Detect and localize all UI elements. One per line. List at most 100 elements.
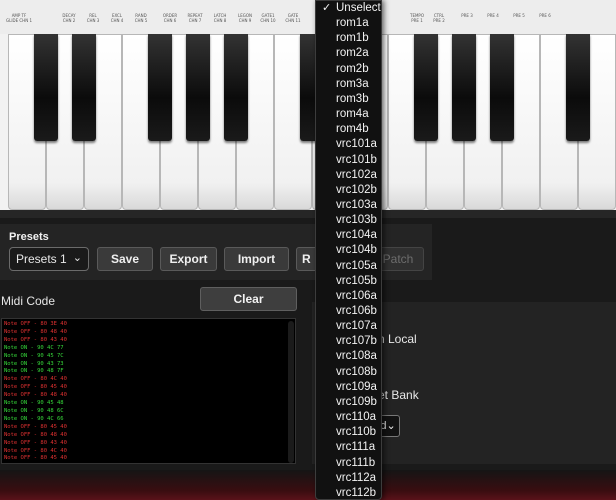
- menu-item[interactable]: rom4a: [316, 107, 383, 122]
- menu-item[interactable]: vrc104a: [316, 228, 383, 243]
- black-key[interactable]: [566, 34, 590, 141]
- menu-item-label: vrc109b: [336, 395, 377, 408]
- control-label[interactable]: RAND CHN 5: [126, 13, 156, 23]
- menu-item-label: vrc106b: [336, 305, 377, 317]
- menu-item[interactable]: rom3a: [316, 77, 383, 92]
- control-label[interactable]: GATE CHN 11: [278, 13, 308, 23]
- black-key[interactable]: [224, 34, 248, 141]
- menu-item[interactable]: vrc111a: [316, 440, 383, 455]
- menu-item[interactable]: vrc108a: [316, 349, 383, 364]
- menu-item[interactable]: vrc103b: [316, 213, 383, 228]
- menu-item[interactable]: vrc108b: [316, 365, 383, 380]
- midi-log-line: Note ON - 90 45 7C: [4, 352, 64, 359]
- black-key[interactable]: [148, 34, 172, 141]
- window-bottom-edge: [0, 470, 616, 500]
- preset-select[interactable]: Presets 1 ⌄: [9, 247, 89, 271]
- control-label-bottom: PRE 2: [433, 18, 445, 23]
- menu-item-label: vrc102a: [336, 168, 377, 181]
- menu-item[interactable]: rom3b: [316, 92, 383, 107]
- menu-item-label: vrc104a: [336, 229, 377, 242]
- chevron-down-icon: ⌄: [386, 420, 396, 432]
- menu-item[interactable]: vrc102b: [316, 183, 383, 198]
- control-label[interactable]: CTRL PRE 2: [424, 13, 454, 23]
- patch-dropdown-menu[interactable]: ✓ Unselect rom1a rom1b rom2a rom2b rom3a rom3b r…: [315, 0, 382, 500]
- menu-item-label: vrc102b: [336, 183, 377, 196]
- menu-item-label: vrc107a: [336, 320, 377, 333]
- menu-item-label: vrc110b: [336, 426, 377, 439]
- menu-item[interactable]: vrc109a: [316, 380, 383, 395]
- control-label-bottom: PRE 6: [539, 13, 551, 18]
- menu-item[interactable]: vrc103a: [316, 198, 383, 213]
- midi-log-line: Note ON - 90 48 6C: [4, 407, 64, 414]
- menu-item-label: vrc105b: [336, 274, 377, 287]
- midi-log-line: Note OFF - 80 48 40: [4, 431, 67, 438]
- midi-log-line: Note OFF - 80 4C 40: [4, 447, 67, 454]
- menu-item-label: rom4b: [336, 123, 369, 136]
- black-key[interactable]: [452, 34, 476, 141]
- chevron-down-icon: ⌄: [72, 252, 82, 264]
- menu-item[interactable]: vrc112b: [316, 486, 383, 500]
- midi-log-line: Note ON - 90 48 7F: [4, 368, 64, 375]
- menu-item[interactable]: vrc101a: [316, 137, 383, 152]
- midi-log-line: Note OFF - 80 45 40: [4, 423, 67, 430]
- midi-log-scrollbar[interactable]: [288, 321, 294, 463]
- menu-item[interactable]: vrc107a: [316, 319, 383, 334]
- menu-item[interactable]: vrc101b: [316, 153, 383, 168]
- menu-item[interactable]: vrc110b: [316, 425, 383, 440]
- midi-log-line: Note OFF - 80 45 40: [4, 384, 67, 391]
- save-button[interactable]: Save: [97, 247, 153, 271]
- menu-item-label: rom1a: [336, 17, 369, 30]
- control-strip: AMP TF GLIDE CHN 1 DECAY CHN 2 REL CHN 3 EXCL C…: [0, 0, 616, 34]
- local-label: n Local: [378, 332, 417, 346]
- menu-item[interactable]: rom2a: [316, 46, 383, 61]
- menu-item[interactable]: vrc105a: [316, 259, 383, 274]
- menu-item-label: vrc112b: [336, 486, 377, 499]
- black-key[interactable]: [490, 34, 514, 141]
- menu-item[interactable]: rom4b: [316, 122, 383, 137]
- midi-log-lines: Note OFF - 80 3E 40 Note OFF - 80 48 40 No…: [4, 321, 67, 463]
- clear-button[interactable]: Clear: [200, 287, 297, 311]
- midi-code-title: Midi Code: [1, 294, 56, 308]
- menu-item[interactable]: vrc105b: [316, 274, 383, 289]
- black-key[interactable]: [186, 34, 210, 141]
- menu-item-label: vrc105a: [336, 259, 377, 272]
- menu-item[interactable]: vrc111b: [316, 456, 383, 471]
- midi-log-line: Note ON - 90 45 48: [4, 400, 64, 407]
- app-window: AMP TF GLIDE CHN 1 DECAY CHN 2 REL CHN 3 EXCL C…: [0, 0, 616, 500]
- menu-item-label: vrc101b: [336, 153, 377, 166]
- menu-item[interactable]: vrc102a: [316, 168, 383, 183]
- control-label[interactable]: PRE 6: [530, 13, 560, 18]
- menu-item[interactable]: vrc107b: [316, 334, 383, 349]
- piano-keyboard[interactable]: [8, 34, 616, 210]
- midi-log-line: Note ON - 90 43 73: [4, 360, 64, 367]
- menu-item-label: vrc104b: [336, 244, 377, 257]
- control-label[interactable]: AMP TF GLIDE CHN 1: [4, 13, 34, 23]
- menu-item[interactable]: vrc106a: [316, 289, 383, 304]
- menu-item-label: vrc103a: [336, 198, 377, 211]
- menu-item[interactable]: rom1a: [316, 16, 383, 31]
- menu-item[interactable]: rom2b: [316, 62, 383, 77]
- control-label-bottom: CHN 5: [134, 18, 148, 23]
- menu-item-label: vrc106a: [336, 289, 377, 302]
- menu-item[interactable]: vrc104b: [316, 243, 383, 258]
- midi-log[interactable]: Note OFF - 80 3E 40 Note OFF - 80 48 40 No…: [1, 318, 296, 464]
- menu-item[interactable]: ✓ Unselect: [316, 1, 383, 16]
- export-button[interactable]: Export: [160, 247, 217, 271]
- menu-item-label: vrc103b: [336, 214, 377, 227]
- menu-item-label: rom2a: [336, 47, 369, 60]
- menu-item[interactable]: vrc110a: [316, 410, 383, 425]
- menu-item[interactable]: rom1b: [316, 31, 383, 46]
- menu-item-label: vrc112a: [336, 471, 377, 484]
- menu-item[interactable]: vrc109b: [316, 395, 383, 410]
- black-key[interactable]: [34, 34, 58, 141]
- menu-item-label: rom2b: [336, 62, 369, 75]
- menu-item-label: vrc101a: [336, 138, 377, 151]
- menu-item-label: vrc108b: [336, 365, 377, 378]
- keyboard-panel: AMP TF GLIDE CHN 1 DECAY CHN 2 REL CHN 3 EXCL C…: [0, 0, 616, 218]
- black-key[interactable]: [72, 34, 96, 141]
- black-key[interactable]: [414, 34, 438, 141]
- import-button[interactable]: Import: [224, 247, 289, 271]
- menu-item[interactable]: vrc112a: [316, 471, 383, 486]
- menu-item[interactable]: vrc106b: [316, 304, 383, 319]
- menu-item-label: vrc110a: [336, 411, 377, 424]
